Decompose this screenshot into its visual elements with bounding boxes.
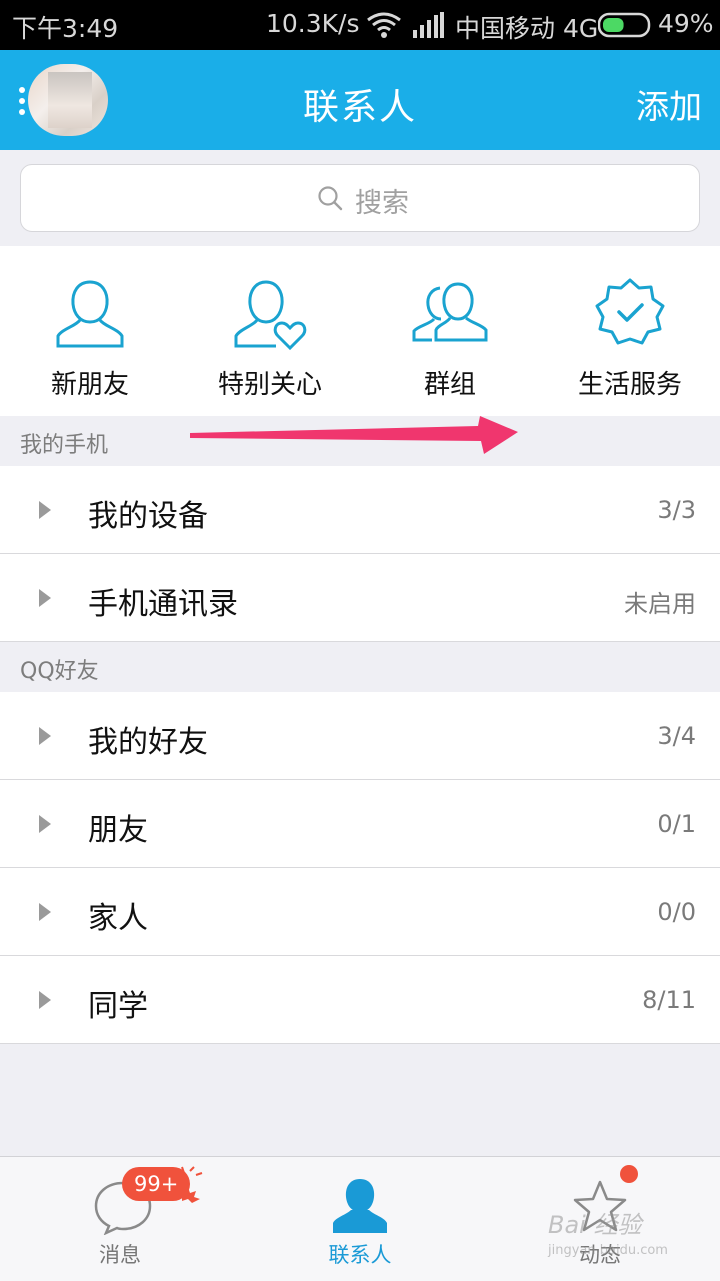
quick-entry-label: 特别关心 [217, 370, 322, 400]
search-area: 搜索 [0, 150, 720, 246]
tab-messages[interactable]: 99+ 消息 [0, 1157, 240, 1281]
expand-arrow-icon [39, 815, 51, 833]
battery-icon [598, 12, 651, 38]
expand-arrow-icon [39, 903, 51, 921]
expand-arrow-icon [39, 589, 51, 607]
section-header-qq-friends: QQ好友 [0, 642, 720, 692]
quick-entry-label: 生活服务 [577, 370, 682, 400]
section-title: 我的手机 [20, 433, 109, 458]
group-name: 同学 [88, 989, 148, 1024]
quick-entry-new-friends[interactable]: 新朋友 [0, 246, 180, 416]
group-name: 手机通讯录 [88, 587, 238, 622]
group-row-classmates[interactable]: 同学 8/11 [0, 956, 720, 1044]
search-input[interactable]: 搜索 [20, 164, 700, 232]
tab-contacts[interactable]: 联系人 [240, 1157, 480, 1281]
group-row-family[interactable]: 家人 0/0 [0, 868, 720, 956]
group-count: 8/11 [642, 986, 696, 1014]
group-name: 朋友 [88, 813, 148, 848]
group-count: 0/0 [657, 898, 696, 926]
add-button[interactable]: 添加 [636, 80, 702, 128]
quick-entry-bar: 新朋友 特别关心 群组 生活服务 [0, 246, 720, 416]
quick-entry-life-services[interactable]: 生活服务 [540, 246, 720, 416]
group-name: 我的设备 [88, 499, 208, 534]
status-time: 下午3:49 [12, 14, 119, 43]
expand-arrow-icon [39, 727, 51, 745]
contact-person-icon [333, 1179, 387, 1233]
expand-arrow-icon [39, 501, 51, 519]
annotation-arrow-icon [190, 416, 518, 454]
status-carrier: 中国移动 4G [455, 14, 599, 43]
watermark: Bai 经验 jingyan.baidu.com [548, 1212, 698, 1268]
notification-dot [620, 1165, 638, 1183]
quick-entry-groups[interactable]: 群组 [360, 246, 540, 416]
section-title: QQ好友 [20, 659, 99, 684]
quick-entry-label: 新朋友 [50, 370, 129, 400]
status-battery-percent: 49% [658, 9, 714, 38]
signal-icon [413, 12, 444, 38]
tab-label: 联系人 [328, 1243, 392, 1267]
expand-arrow-icon [39, 991, 51, 1009]
group-row-phone-contacts[interactable]: 手机通讯录 未启用 [0, 554, 720, 642]
quick-entry-special-care[interactable]: 特别关心 [180, 246, 360, 416]
group-row-my-devices[interactable]: 我的设备 3/3 [0, 466, 720, 554]
wifi-icon [367, 12, 401, 38]
group-icon [412, 282, 488, 342]
status-net-speed: 10.3K/s [266, 9, 360, 38]
page-title: 联系人 [302, 87, 417, 128]
title-bar: 联系人 添加 [0, 50, 720, 150]
group-count: 未启用 [624, 590, 696, 618]
group-name: 我的好友 [88, 725, 208, 760]
group-row-my-friends[interactable]: 我的好友 3/4 [0, 692, 720, 780]
group-count: 0/1 [657, 810, 696, 838]
tab-label: 消息 [99, 1243, 141, 1267]
group-count: 3/3 [657, 496, 696, 524]
sparkle-icon [181, 1166, 203, 1203]
group-name: 家人 [88, 901, 148, 936]
group-row-friends[interactable]: 朋友 0/1 [0, 780, 720, 868]
status-bar: 下午3:49 10.3K/s 中国移动 4G 49% [0, 0, 720, 50]
group-count: 3/4 [657, 722, 696, 750]
verified-badge-icon [595, 278, 665, 345]
person-icon [56, 280, 124, 348]
quick-entry-label: 群组 [423, 370, 476, 400]
person-heart-icon [234, 280, 307, 351]
watermark-line2: jingyan.baidu.com [548, 1243, 668, 1258]
watermark-line1: Bai 经验 [548, 1211, 642, 1239]
search-placeholder: 搜索 [355, 188, 409, 219]
search-icon [318, 186, 343, 211]
